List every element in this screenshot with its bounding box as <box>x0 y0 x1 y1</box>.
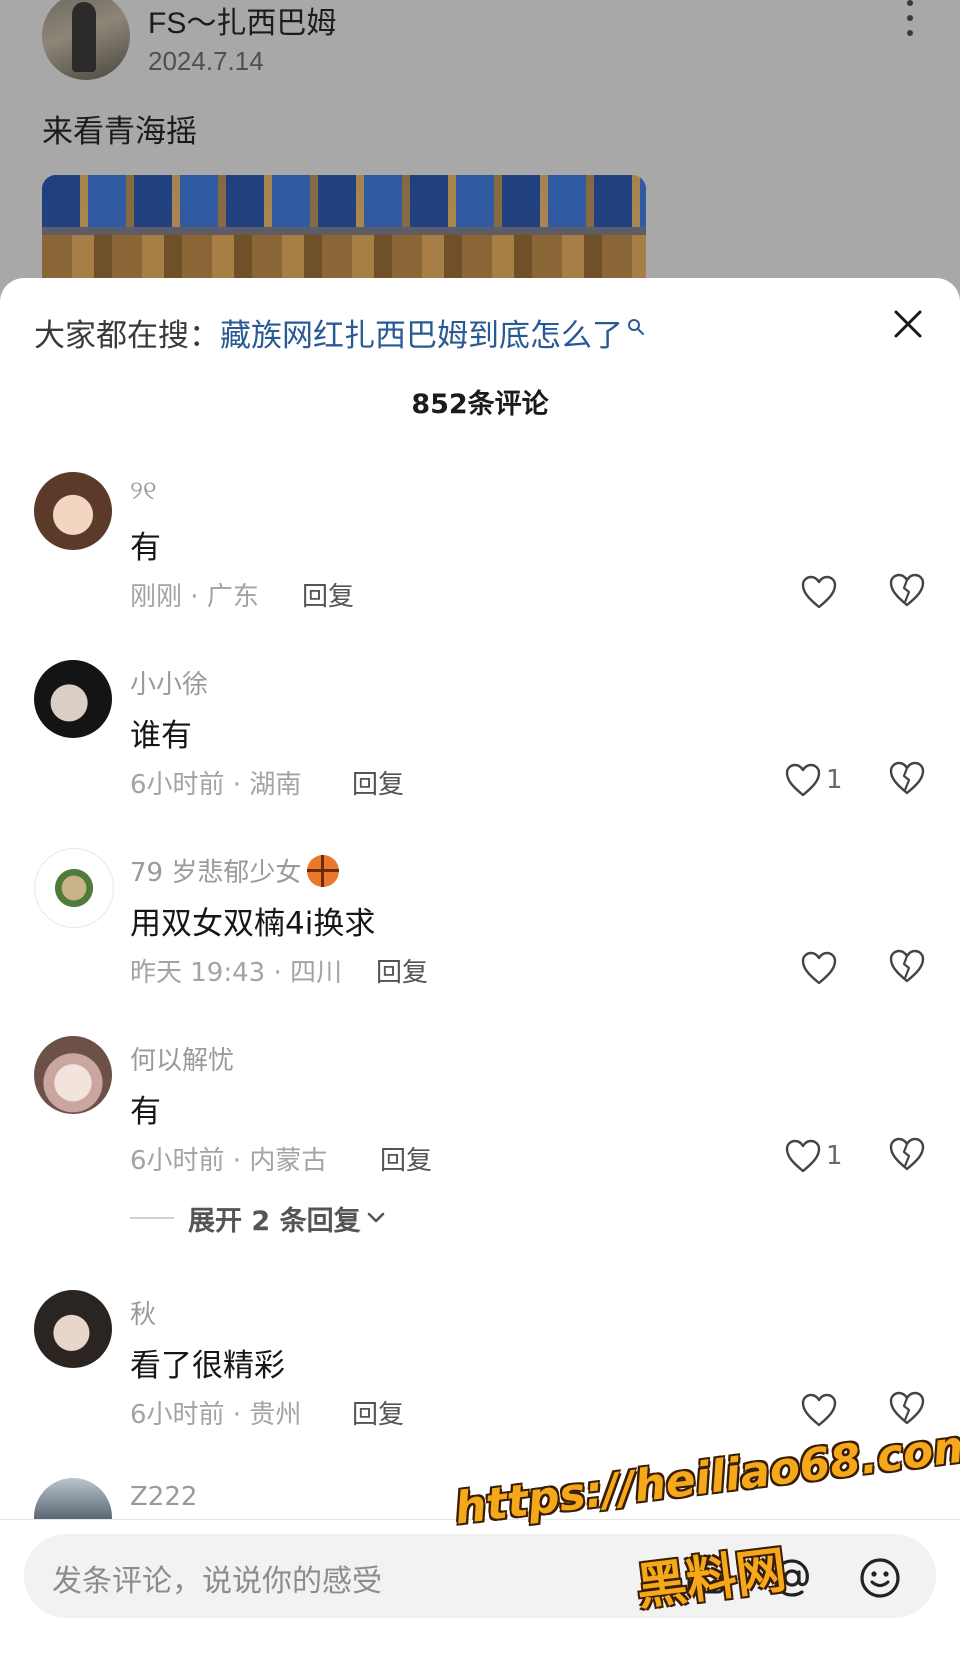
comment-meta: 刚刚 · 广东 <box>130 582 259 612</box>
like-count: 1 <box>826 1141 843 1171</box>
comment-text: 用双女双楠4i换求 <box>130 906 376 942</box>
post-author-name[interactable]: FS～扎西巴姆 <box>148 0 336 42</box>
broken-heart-icon <box>889 949 925 983</box>
comment-meta: 6小时前 · 内蒙古 <box>130 1146 328 1176</box>
comment-meta: 昨天 19:43 · 四川 <box>130 958 343 988</box>
heart-icon <box>785 763 821 797</box>
post-caption: 来看青海摇 <box>42 114 197 150</box>
avatar[interactable] <box>34 848 114 928</box>
comment-location: 湖南 <box>249 770 302 800</box>
like-button[interactable] <box>800 948 842 988</box>
search-suggestion-prefix: 大家都在搜： <box>34 318 220 354</box>
heart-icon <box>785 1139 821 1173</box>
broken-heart-icon <box>889 1391 925 1425</box>
chevron-down-icon <box>367 1212 384 1223</box>
broken-heart-icon <box>889 573 925 607</box>
comment-sheet: 大家都在搜：藏族网红扎西巴姆到底怎么了 852条评论 ୨୧ 有 刚刚 · 广东 … <box>0 278 960 1671</box>
comment-text: 看了很精彩 <box>130 1348 285 1384</box>
heart-icon <box>801 575 837 609</box>
comment-input-placeholder: 发条评论，说说你的感受 <box>52 1564 382 1599</box>
heart-icon <box>801 951 837 985</box>
heart-icon <box>801 1393 837 1427</box>
comment-time: 昨天 19:43 <box>130 958 266 988</box>
comment-username[interactable]: 何以解忧 <box>130 1040 234 1077</box>
dislike-button[interactable] <box>888 948 926 986</box>
comment-text: 谁有 <box>130 718 192 754</box>
reply-button[interactable]: 回复 <box>376 952 428 989</box>
expand-divider <box>130 1217 174 1219</box>
comment-text: 有 <box>130 530 161 566</box>
at-mention-icon[interactable] <box>770 1556 814 1600</box>
comment-text: 有 <box>130 1094 161 1130</box>
dislike-button[interactable] <box>888 1136 926 1174</box>
like-button[interactable]: 1 <box>784 1136 843 1176</box>
search-suggestion-link[interactable]: 藏族网红扎西巴姆到底怎么了 <box>220 318 623 354</box>
post-date: 2024.7.14 <box>148 46 264 76</box>
close-icon <box>894 310 922 338</box>
broken-heart-icon <box>889 1137 925 1171</box>
search-icon <box>627 308 645 344</box>
comment-username[interactable]: 小小徐 <box>130 664 208 701</box>
like-button[interactable]: 1 <box>784 760 843 800</box>
comment-username[interactable]: 秋 <box>130 1294 156 1331</box>
more-options-icon[interactable] <box>900 0 920 36</box>
reply-button[interactable]: 回复 <box>380 1140 432 1177</box>
avatar[interactable] <box>34 1290 112 1368</box>
comment-time: 6小时前 <box>130 1146 225 1176</box>
comment-meta: 6小时前 · 湖南 <box>130 770 302 800</box>
comment-location: 内蒙古 <box>249 1146 328 1176</box>
dislike-button[interactable] <box>888 1390 926 1428</box>
emoji-icon[interactable] <box>858 1556 902 1600</box>
comment-location: 广东 <box>206 582 259 612</box>
expand-replies-button[interactable]: 展开 2 条回复 <box>130 1200 385 1237</box>
author-avatar[interactable] <box>42 0 130 80</box>
comment-input-bar: 发条评论，说说你的感受 <box>0 1519 960 1672</box>
reply-button[interactable]: 回复 <box>302 576 354 613</box>
basketball-icon <box>307 855 340 887</box>
dislike-button[interactable] <box>888 572 926 610</box>
like-button[interactable] <box>800 572 842 612</box>
comment-username[interactable]: Z222 <box>130 1482 197 1512</box>
comment-location: 贵州 <box>249 1400 302 1430</box>
broken-heart-icon <box>889 761 925 795</box>
comment-time: 6小时前 <box>130 1400 225 1430</box>
comment-username-text: 79 岁悲郁少女 <box>130 858 302 888</box>
expand-replies-label: 展开 2 条回复 <box>188 1205 361 1237</box>
search-suggestion[interactable]: 大家都在搜：藏族网红扎西巴姆到底怎么了 <box>34 310 645 355</box>
post-background: FS～扎西巴姆 2024.7.14 来看青海摇 <box>0 0 960 305</box>
comment-username[interactable]: ୨୧ <box>130 476 157 507</box>
comment-meta: 6小时前 · 贵州 <box>130 1400 302 1430</box>
comment-input[interactable]: 发条评论，说说你的感受 <box>24 1534 936 1618</box>
image-icon[interactable] <box>684 1556 728 1600</box>
dislike-button[interactable] <box>888 760 926 798</box>
like-button[interactable] <box>800 1390 842 1430</box>
reply-button[interactable]: 回复 <box>352 764 404 801</box>
comment-location: 四川 <box>290 958 343 988</box>
avatar[interactable] <box>34 472 112 550</box>
avatar[interactable] <box>34 660 112 738</box>
close-button[interactable] <box>888 304 928 344</box>
avatar[interactable] <box>34 1036 112 1114</box>
comment-time: 6小时前 <box>130 770 225 800</box>
like-count: 1 <box>826 765 843 795</box>
comment-time: 刚刚 <box>130 582 183 612</box>
comment-count: 852条评论 <box>411 389 549 420</box>
reply-button[interactable]: 回复 <box>352 1394 404 1431</box>
comment-username[interactable]: 79 岁悲郁少女 <box>130 852 340 889</box>
